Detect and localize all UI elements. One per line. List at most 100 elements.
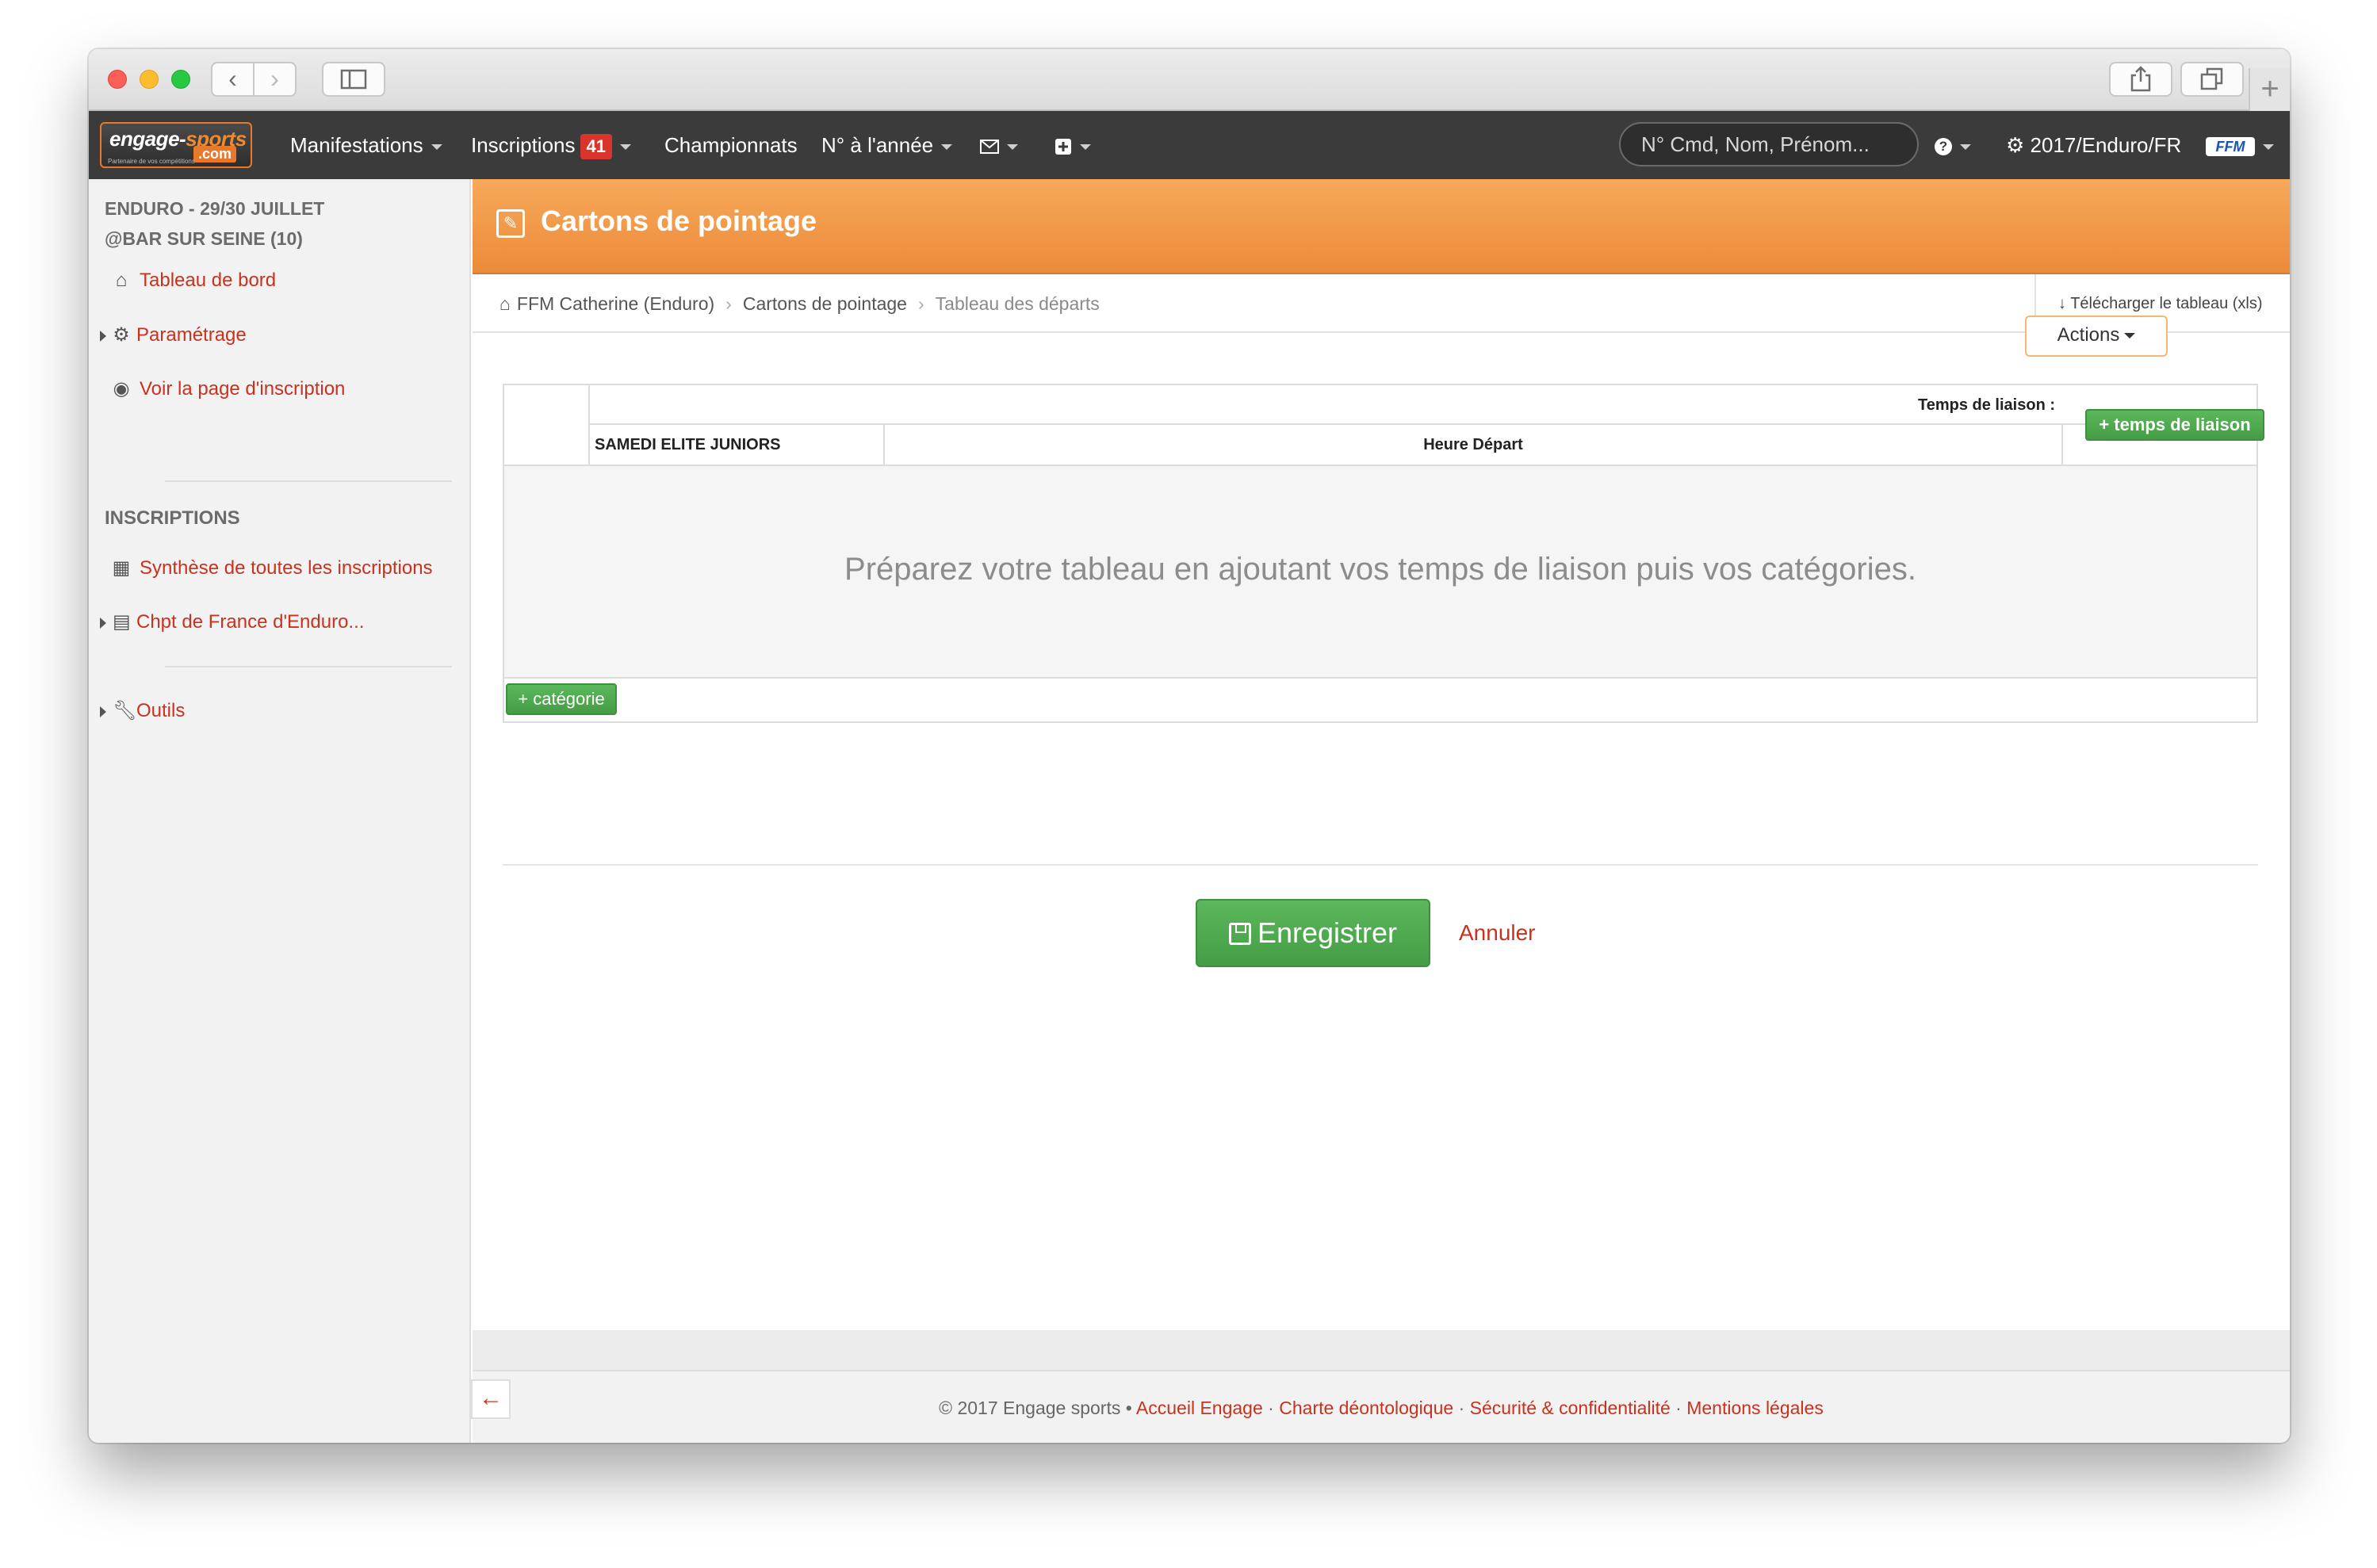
minimize-window-button[interactable] <box>140 70 159 89</box>
chevron-down-icon <box>941 143 953 150</box>
empty-state-message: Préparez votre tableau en ajoutant vos t… <box>844 552 1916 587</box>
collapse-sidebar-arrow-icon[interactable]: ← <box>471 1379 511 1419</box>
sidebar-divider <box>165 666 452 667</box>
sidebar-item-outils[interactable]: 🔧︎Outils <box>100 699 185 722</box>
footer-text: © 2017 Engage sports • Accueil Engage · … <box>939 1398 1824 1418</box>
table-empty-area: Préparez votre tableau en ajoutant vos t… <box>504 465 2256 679</box>
add-liaison-button[interactable]: + temps de liaison <box>2085 409 2264 441</box>
nav-settings-label: 2017/Enduro/FR <box>2030 133 2182 157</box>
category-header[interactable]: SAMEDI ELITE JUNIORS <box>590 425 885 465</box>
nav-federation[interactable]: FFM <box>2206 111 2274 179</box>
breadcrumb-current: Tableau des départs <box>935 293 1100 314</box>
caret-right-icon <box>100 706 106 717</box>
history-nav: ‹ › <box>211 62 297 97</box>
nav-inscriptions-label: Inscriptions <box>471 133 576 157</box>
new-tab-button[interactable]: + <box>2249 68 2290 111</box>
nav-mail[interactable] <box>980 111 1018 179</box>
top-navbar: engage-sports .com Partenaire de vos com… <box>89 111 2290 179</box>
breadcrumb-item[interactable]: Cartons de pointage <box>743 293 907 314</box>
gear-icon: ⚙ <box>2006 133 2025 157</box>
browser-window: ‹ › + engage-sports .com Partenaire de v… <box>89 49 2290 1443</box>
calendar-icon: ▤ <box>113 611 131 633</box>
edit-icon: ✎ <box>496 209 525 238</box>
nav-add[interactable] <box>1055 111 1091 179</box>
zoom-window-button[interactable] <box>171 70 190 89</box>
sidebar-item-synthese[interactable]: ▦ Synthèse de toutes les inscriptions <box>109 556 433 579</box>
arrow-down-icon: ↓ <box>2058 295 2066 312</box>
nav-settings[interactable]: ⚙ 2017/Enduro/FR <box>2006 111 2181 179</box>
nav-manifestations[interactable]: Manifestations <box>290 111 442 179</box>
footer-link-charte[interactable]: Charte déontologique <box>1279 1398 1453 1418</box>
sidebar-section-inscriptions: INSCRIPTIONS <box>105 507 240 529</box>
chevron-left-icon[interactable]: ‹ <box>212 63 253 95</box>
breadcrumb-bar: ⌂ FFM Catherine (Enduro) › Cartons de point… <box>473 274 2290 333</box>
nav-help[interactable]: ? <box>1935 111 1971 179</box>
breadcrumb-item[interactable]: FFM Catherine (Enduro) <box>517 293 714 314</box>
sidebar-item-label: Voir la page d'inscription <box>140 378 346 400</box>
chevron-down-icon <box>619 143 631 150</box>
departure-table: Temps de liaison : SAMEDI ELITE JUNIORS … <box>503 384 2264 723</box>
footer-link-mentions[interactable]: Mentions légales <box>1686 1398 1824 1418</box>
sidebar-icon[interactable] <box>322 62 385 97</box>
sidebar-item-label: Synthèse de toutes les inscriptions <box>140 557 433 579</box>
save-button[interactable]: Enregistrer <box>1196 899 1430 967</box>
chevron-down-icon <box>431 143 442 150</box>
download-xls-label: Télécharger le tableau (xls) <box>2070 295 2263 312</box>
cancel-link[interactable]: Annuler <box>1459 899 1536 967</box>
breadcrumb: ⌂ FFM Catherine (Enduro) › Cartons de point… <box>500 293 1100 314</box>
caret-right-icon <box>100 330 106 342</box>
share-icon[interactable] <box>2109 62 2172 97</box>
chevron-down-icon <box>1960 143 1971 150</box>
footer-link-securite[interactable]: Sécurité & confidentialité <box>1470 1398 1671 1418</box>
sidebar-item-voir-inscription[interactable]: ◉ Voir la page d'inscription <box>109 377 346 400</box>
depart-time-header: Heure Départ <box>885 425 2063 465</box>
browser-titlebar: ‹ › + <box>89 49 2290 111</box>
add-category-button[interactable]: + catégorie <box>506 683 617 715</box>
search-input[interactable]: N° Cmd, Nom, Prénom... <box>1619 122 1919 166</box>
gear-icon: ⚙ <box>113 324 130 346</box>
sidebar-divider <box>165 480 452 482</box>
sidebar-item-label: Chpt de France d'Enduro... <box>136 611 365 633</box>
caret-right-icon <box>100 617 106 629</box>
sidebar-item-label: Outils <box>136 700 186 721</box>
tabs-icon[interactable] <box>2180 62 2244 97</box>
inscriptions-count-badge: 41 <box>580 134 612 159</box>
footer-band <box>473 1330 2290 1371</box>
nav-annee-label: N° à l'année <box>821 133 934 157</box>
table-liaison-row: Temps de liaison : <box>590 385 2256 425</box>
eye-icon: ◉ <box>113 378 130 400</box>
floppy-disk-icon <box>1228 923 1251 945</box>
sidebar-item-parametrage[interactable]: ⚙ Paramétrage <box>100 323 247 346</box>
footer-link-accueil[interactable]: Accueil Engage <box>1136 1398 1263 1418</box>
save-label: Enregistrer <box>1257 916 1398 949</box>
footer: © 2017 Engage sports • Accueil Engage · … <box>473 1371 2290 1443</box>
engage-sports-logo[interactable]: engage-sports .com Partenaire de vos com… <box>100 122 252 168</box>
table-icon: ▦ <box>112 557 131 579</box>
chevron-right-icon[interactable]: › <box>253 63 295 95</box>
ffm-logo: FFM <box>2206 137 2255 157</box>
question-icon: ? <box>1935 138 1952 156</box>
plus-square-icon <box>1055 139 1071 155</box>
event-title: ENDURO - 29/30 JUILLET @BAR SUR SEINE (1… <box>105 193 324 254</box>
sidebar-item-tableau-de-bord[interactable]: ⌂ Tableau de bord <box>109 270 276 292</box>
table-corner-cell <box>504 385 590 465</box>
sidebar-item-label: Paramétrage <box>136 324 247 346</box>
page-title: Cartons de pointage <box>541 205 817 237</box>
liaison-label: Temps de liaison : <box>1918 396 2055 414</box>
actions-dropdown-button[interactable]: Actions <box>2025 316 2168 357</box>
envelope-icon <box>980 140 999 155</box>
event-title-line2: @BAR SUR SEINE (10) <box>105 228 303 249</box>
form-divider <box>503 864 2258 866</box>
nav-inscriptions[interactable]: Inscriptions 41 <box>471 111 631 179</box>
close-window-button[interactable] <box>108 70 127 89</box>
wrench-icon: 🔧︎ <box>113 700 137 721</box>
chevron-down-icon <box>1007 143 1018 150</box>
nav-annee[interactable]: N° à l'année <box>821 111 953 179</box>
nav-championnats-label: Championnats <box>664 133 798 157</box>
nav-championnats[interactable]: Championnats <box>664 111 798 179</box>
logo-main: engage- <box>109 127 186 151</box>
nav-manifestations-label: Manifestations <box>290 133 423 157</box>
logo-tagline: Partenaire de vos compétitions <box>108 158 195 165</box>
sidebar-item-chpt-france[interactable]: ▤ Chpt de France d'Enduro... <box>100 610 364 633</box>
page-header: ✎ Cartons de pointage <box>473 179 2290 274</box>
